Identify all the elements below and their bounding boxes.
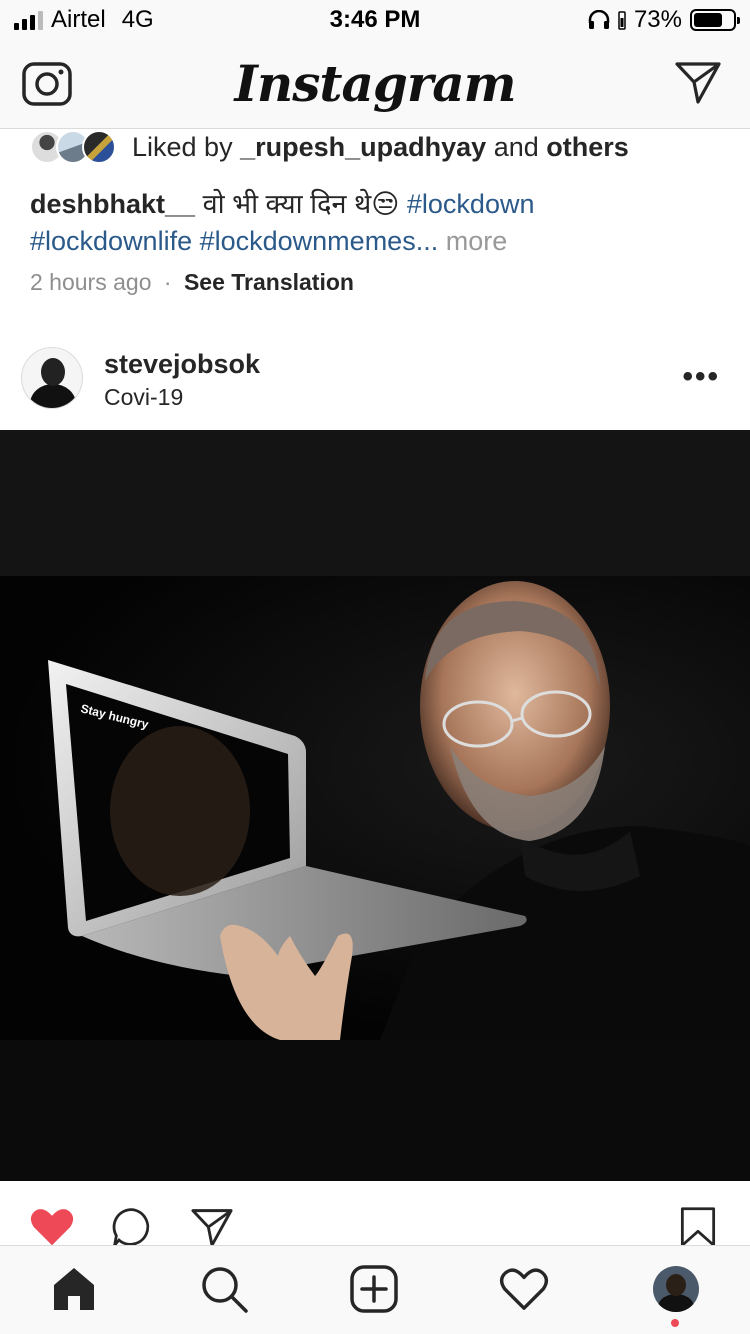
liker-avatar [82,130,116,164]
photo-content: Stay hungry [0,576,750,1040]
meta-separator: · [163,269,172,295]
post-caption: deshbhakt__ वो भी क्या दिन थे😒 #lockdown… [30,186,720,260]
new-post-icon [350,1265,398,1313]
heart-filled-icon[interactable] [26,1207,78,1247]
direct-message-icon[interactable] [674,60,722,104]
home-icon [54,1268,94,1310]
post-username[interactable]: stevejobsok [104,349,260,380]
post-actions [0,1181,750,1247]
search-icon [202,1267,248,1313]
tab-profile[interactable] [651,1264,701,1314]
headphones-icon [588,10,610,29]
liked-by-prefix: Liked by [132,131,233,162]
notification-dot [671,1319,679,1327]
tab-search[interactable] [199,1264,249,1314]
bookmark-icon[interactable] [678,1207,718,1247]
likes-row[interactable]: Liked by _rupesh_upadhyay and others [30,130,629,164]
hashtag[interactable]: #lockdownlife [30,226,192,256]
liked-by-and: and [493,131,539,162]
caption-username[interactable]: deshbhakt__ [30,189,195,219]
battery-percent: 73% [633,6,682,33]
instagram-logo[interactable]: Instagram [0,54,750,113]
caption-text: वो भी क्या दिन थे😒 [202,189,400,219]
post-location[interactable]: Covi-19 [104,384,183,411]
time-ago: 2 hours ago [30,269,152,295]
post-image[interactable]: Stay hungry [0,430,750,1181]
status-right: 73% [588,6,740,34]
post-meta: 2 hours ago · See Translation [30,269,354,296]
hashtag[interactable]: #lockdown [407,189,535,219]
activity-heart-icon [499,1268,549,1310]
battery-saver-icon [618,11,626,30]
post-header: stevejobsok Covi-19 ••• [0,344,750,430]
hashtag[interactable]: #lockdownmemes... [200,226,439,256]
image-letterbox-bottom [0,1040,750,1181]
more-link[interactable]: more [446,226,508,256]
battery-fill [694,13,722,27]
photo-illustration: Stay hungry [48,581,750,1040]
image-letterbox-top [0,430,750,576]
share-icon[interactable] [188,1207,236,1247]
tab-home[interactable] [49,1264,99,1314]
battery-icon [690,9,740,31]
profile-avatar [653,1266,699,1312]
status-bar: Airtel 4G 3:46 PM 73% [0,0,750,40]
more-options-icon[interactable]: ••• [682,360,720,394]
comment-icon[interactable] [108,1207,156,1247]
liked-by-user[interactable]: _rupesh_upadhyay [240,132,486,163]
avatar[interactable] [21,347,83,409]
see-translation-link[interactable]: See Translation [184,269,354,295]
app-header: Instagram [0,40,750,129]
bottom-tab-bar [0,1245,750,1334]
liked-by-others[interactable]: others [546,132,629,163]
tab-activity[interactable] [499,1264,549,1314]
tab-new-post[interactable] [349,1264,399,1314]
liker-avatars [30,130,116,164]
